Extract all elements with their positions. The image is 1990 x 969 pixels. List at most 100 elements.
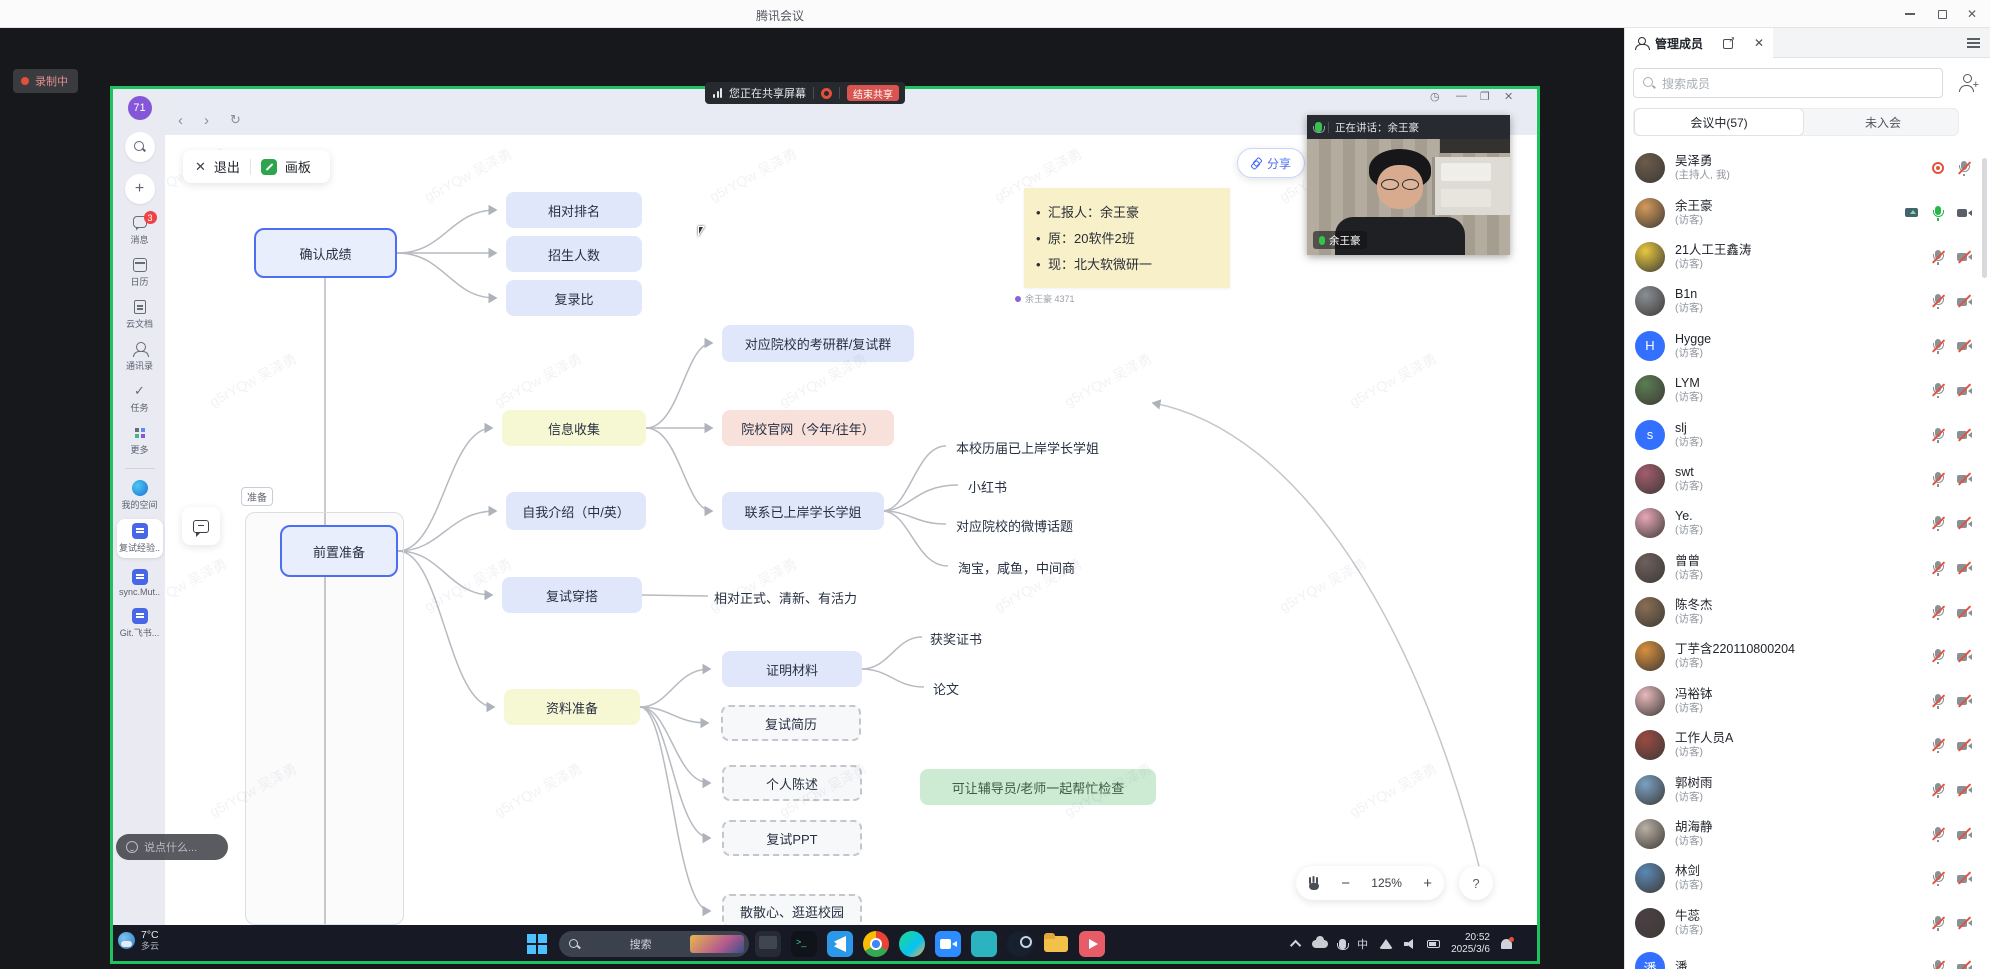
camera-off-icon[interactable] bbox=[1956, 826, 1972, 842]
member-row[interactable]: LYM(访客) bbox=[1625, 368, 1990, 412]
tab-in-meeting[interactable]: 会议中(57) bbox=[1634, 108, 1804, 136]
node-cert-materials[interactable]: 证明材料 bbox=[722, 651, 862, 687]
camera-off-icon[interactable] bbox=[1956, 915, 1972, 931]
node-relative-rank[interactable]: 相对排名 bbox=[506, 192, 642, 228]
onedrive-icon[interactable] bbox=[1312, 940, 1328, 948]
taskbar-weather[interactable]: 7°C多云 bbox=[118, 929, 159, 952]
record-toggle-icon[interactable] bbox=[821, 88, 832, 99]
sidebar-item-6[interactable]: 我的空间 bbox=[117, 480, 163, 511]
member-row[interactable]: 潘潘 bbox=[1625, 945, 1990, 969]
mic-muted-icon[interactable] bbox=[1930, 293, 1946, 309]
pycharm-app-icon[interactable] bbox=[899, 931, 925, 957]
wifi-icon[interactable] bbox=[1379, 939, 1393, 949]
node-materials[interactable]: 资料准备 bbox=[504, 689, 640, 725]
exit-x-icon[interactable]: ✕ bbox=[195, 159, 206, 175]
camera-off-icon[interactable] bbox=[1956, 782, 1972, 798]
battery-icon[interactable] bbox=[1427, 940, 1440, 948]
member-row[interactable]: 余王豪(访客) bbox=[1625, 190, 1990, 234]
speaker-video-thumbnail[interactable]: 正在讲话：余王豪 余王豪 bbox=[1307, 115, 1510, 255]
mic-muted-icon[interactable] bbox=[1930, 338, 1946, 354]
mic-muted-icon[interactable] bbox=[1930, 515, 1946, 531]
member-row[interactable]: HHygge(访客) bbox=[1625, 324, 1990, 368]
zoom-out-button[interactable]: − bbox=[1341, 875, 1350, 892]
maximize-button[interactable] bbox=[1934, 6, 1950, 22]
node-relax[interactable]: 散散心、逛逛校园 bbox=[722, 894, 862, 928]
start-button[interactable] bbox=[527, 934, 547, 954]
text-paper[interactable]: 论文 bbox=[933, 679, 959, 698]
camera-off-icon[interactable] bbox=[1956, 693, 1972, 709]
minimize-button[interactable] bbox=[1902, 6, 1918, 22]
mic-muted-icon[interactable] bbox=[1930, 604, 1946, 620]
clock[interactable]: 20:522025/3/6 bbox=[1451, 932, 1490, 956]
mic-muted-icon[interactable] bbox=[1930, 427, 1946, 443]
member-row[interactable]: Ye.(访客) bbox=[1625, 501, 1990, 545]
search-button[interactable] bbox=[125, 132, 155, 162]
nav-forward-icon[interactable]: › bbox=[204, 112, 209, 129]
camera-on-icon[interactable] bbox=[1956, 205, 1972, 221]
mic-muted-icon[interactable] bbox=[1930, 737, 1946, 753]
member-row[interactable]: 丁芋含220110800204(访客) bbox=[1625, 634, 1990, 678]
mic-muted-icon[interactable] bbox=[1930, 249, 1946, 265]
avatar[interactable]: 71 bbox=[128, 96, 152, 120]
zoom-level[interactable]: 125% bbox=[1371, 876, 1402, 890]
close-button[interactable]: ✕ bbox=[1964, 6, 1980, 22]
camera-off-icon[interactable] bbox=[1956, 560, 1972, 576]
sidebar-item-2[interactable]: 云文档 bbox=[117, 299, 163, 330]
zoom-in-button[interactable]: + bbox=[1423, 875, 1432, 892]
comment-button[interactable] bbox=[182, 507, 220, 545]
help-button[interactable]: ? bbox=[1459, 866, 1493, 900]
manage-members-tab[interactable]: 管理成员 ✕ bbox=[1625, 28, 1773, 58]
media-app-icon[interactable] bbox=[1079, 931, 1105, 957]
member-row[interactable]: swt(访客) bbox=[1625, 457, 1990, 501]
sidebar-item-8[interactable]: sync.Mut.. bbox=[117, 569, 163, 597]
stop-sharing-button[interactable]: 结束共享 bbox=[847, 85, 899, 101]
monitor-app-icon[interactable] bbox=[755, 931, 781, 957]
recording-indicator-icon[interactable] bbox=[1930, 160, 1946, 176]
scrollbar[interactable] bbox=[1982, 158, 1987, 278]
meeting-app-icon[interactable] bbox=[935, 931, 961, 957]
camera-off-icon[interactable] bbox=[1956, 427, 1972, 443]
camera-off-icon[interactable] bbox=[1956, 515, 1972, 531]
add-button[interactable]: + bbox=[125, 174, 155, 204]
member-row[interactable]: 21人工王鑫涛(访客) bbox=[1625, 235, 1990, 279]
tab-not-joined[interactable]: 未入会 bbox=[1808, 109, 1958, 135]
steam-app-icon[interactable] bbox=[1007, 931, 1033, 957]
feishu-minimize-icon[interactable]: — bbox=[1456, 89, 1467, 103]
notification-bell-icon[interactable] bbox=[1501, 939, 1512, 949]
refresh-icon[interactable]: ↻ bbox=[230, 112, 241, 128]
text-weibo[interactable]: 对应院校的微博话题 bbox=[956, 516, 1073, 535]
panel-close-icon[interactable]: ✕ bbox=[1754, 36, 1764, 50]
taskbar-search[interactable]: 搜索 bbox=[559, 931, 749, 957]
text-xiaohongshu[interactable]: 小红书 bbox=[968, 477, 1007, 496]
node-pre-preparation[interactable]: 前置准备 bbox=[280, 525, 398, 577]
chrome-app-icon[interactable] bbox=[863, 931, 889, 957]
menu-icon[interactable] bbox=[1967, 38, 1980, 40]
member-row[interactable]: 陈冬杰(访客) bbox=[1625, 590, 1990, 634]
group-tag[interactable]: 准备 bbox=[241, 487, 273, 506]
text-award[interactable]: 获奖证书 bbox=[930, 629, 982, 648]
sidebar-item-9[interactable]: Git.飞书... bbox=[117, 608, 163, 639]
member-row[interactable]: 林剑(访客) bbox=[1625, 856, 1990, 900]
node-contact-seniors[interactable]: 联系已上岸学长学姐 bbox=[722, 492, 884, 530]
camera-off-icon[interactable] bbox=[1956, 648, 1972, 664]
vscode-app-icon[interactable] bbox=[827, 931, 853, 957]
sidebar-item-0[interactable]: 3消息 bbox=[117, 215, 163, 246]
board-label[interactable]: 画板 bbox=[285, 157, 311, 176]
member-row[interactable]: 曾曾(访客) bbox=[1625, 546, 1990, 590]
add-member-icon[interactable]: + bbox=[1958, 73, 1978, 93]
feishu-close-icon[interactable]: ✕ bbox=[1504, 89, 1513, 103]
camera-off-icon[interactable] bbox=[1956, 293, 1972, 309]
mic-muted-icon[interactable] bbox=[1930, 471, 1946, 487]
camera-off-icon[interactable] bbox=[1956, 737, 1972, 753]
sidebar-item-7[interactable]: 复试经验.. bbox=[117, 519, 163, 558]
node-ratio[interactable]: 复录比 bbox=[506, 280, 642, 316]
mic-muted-icon[interactable] bbox=[1930, 915, 1946, 931]
hand-tool-icon[interactable] bbox=[1308, 877, 1320, 890]
volume-icon[interactable] bbox=[1404, 939, 1416, 949]
share-button[interactable]: 分享 bbox=[1237, 148, 1305, 178]
mic-muted-icon[interactable] bbox=[1930, 693, 1946, 709]
node-resume[interactable]: 复试简历 bbox=[721, 705, 861, 741]
camera-off-icon[interactable] bbox=[1956, 870, 1972, 886]
camera-off-icon[interactable] bbox=[1956, 471, 1972, 487]
teal-app-app-icon[interactable] bbox=[971, 931, 997, 957]
